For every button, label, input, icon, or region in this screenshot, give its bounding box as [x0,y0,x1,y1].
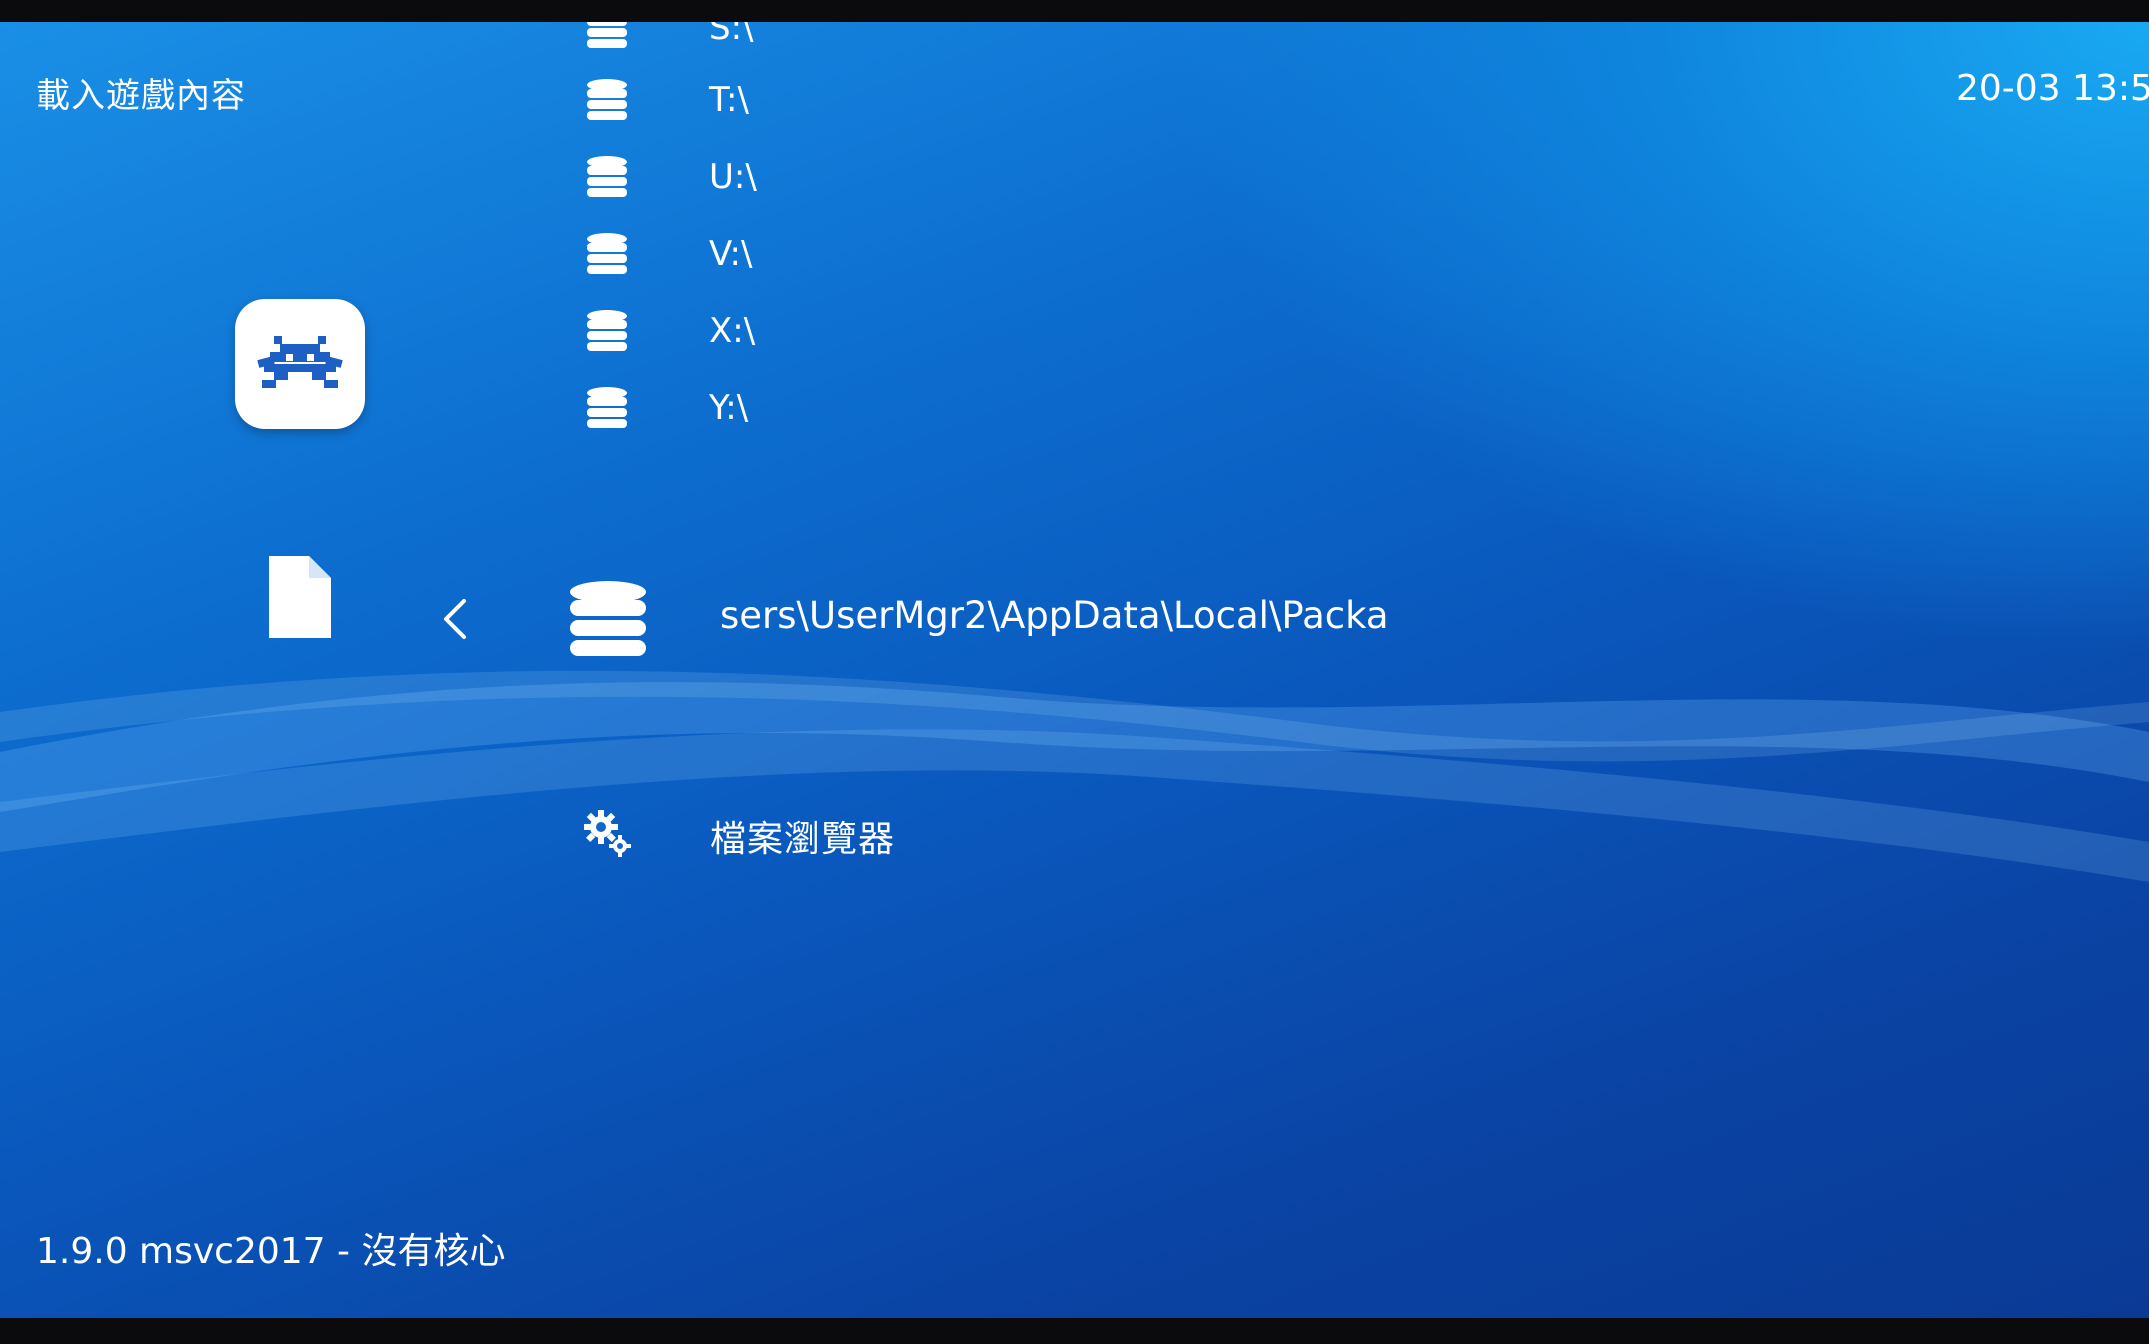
letterbox-bottom [0,1318,2149,1344]
file-icon[interactable] [265,552,335,642]
list-item-drive[interactable]: X:\ [584,301,1184,361]
menu-screen: 載入遊戲內容 20-03 13:55 [0,22,2149,1318]
database-icon [587,310,627,351]
list-item-drive[interactable]: U:\ [584,147,1184,207]
selected-path-label: sers\UserMgr2\AppData\Local\Packa [720,594,1389,637]
list-item-drive[interactable]: S:\ [584,22,1184,58]
list-item-file-browser[interactable]: 檔案瀏覽器 [584,800,1284,864]
selected-list-item[interactable]: sers\UserMgr2\AppData\Local\Packa [566,570,1866,666]
drive-label: S:\ [709,22,754,48]
retroarch-invader-icon [257,336,343,388]
drive-label: T:\ [709,80,749,120]
database-icon [587,79,627,120]
database-icon [570,581,646,656]
drive-label: U:\ [709,157,757,197]
file-browser-label: 檔案瀏覽器 [710,819,896,860]
page-title: 載入遊戲內容 [36,76,246,116]
retroarch-logo[interactable] [235,299,365,429]
list-item-drive[interactable]: Y:\ [584,378,1184,438]
database-icon [587,387,627,428]
gears-icon [584,810,631,857]
letterbox-top [0,0,2149,22]
database-icon [587,233,627,274]
list-item-drive[interactable]: T:\ [584,70,1184,130]
database-icon [587,22,627,48]
back-arrow-icon[interactable] [440,597,470,641]
list-item-drive[interactable]: V:\ [584,224,1184,284]
version-status: 1.9.0 msvc2017 - 沒有核心 [36,1231,506,1272]
drive-label: Y:\ [709,388,749,428]
drive-label: V:\ [709,234,753,274]
database-icon [587,156,627,197]
drive-label: X:\ [709,311,756,351]
clock: 20-03 13:55 [1956,68,2149,109]
